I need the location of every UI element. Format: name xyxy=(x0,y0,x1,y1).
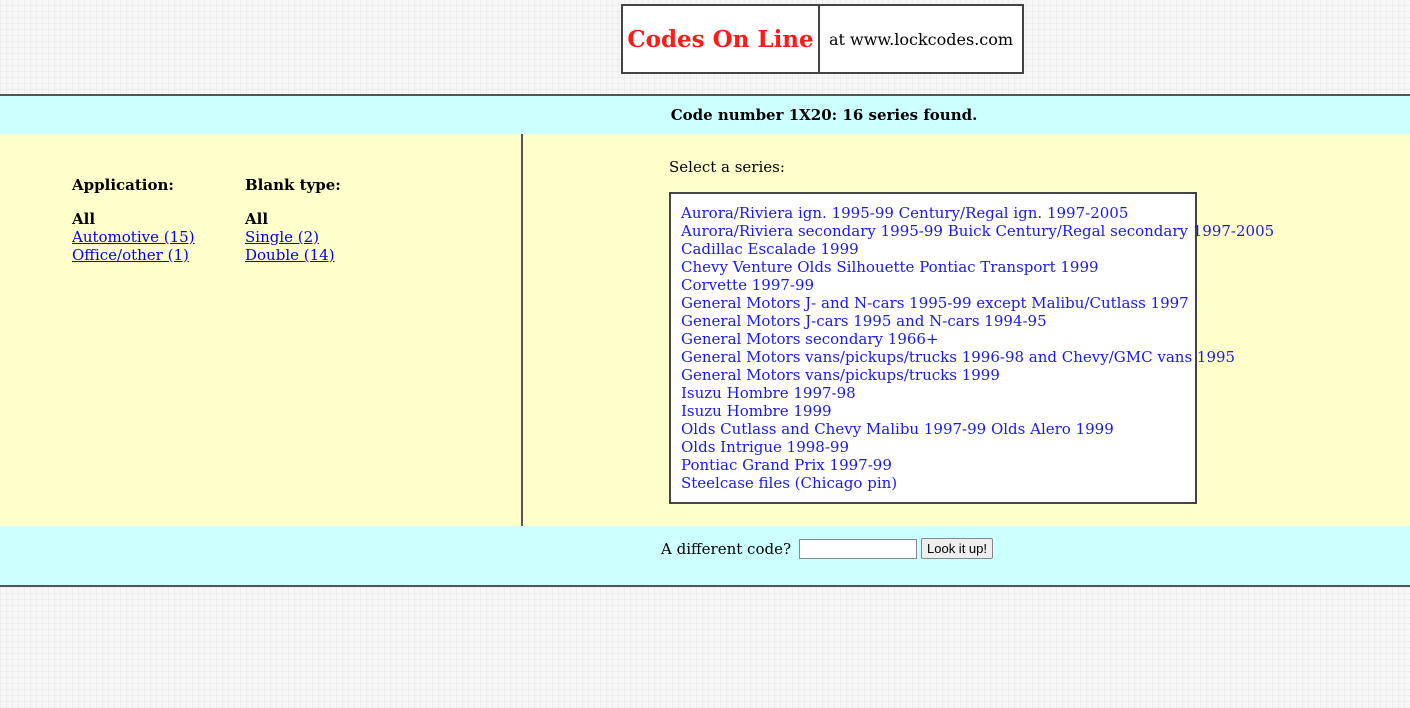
panel-divider xyxy=(521,134,523,526)
series-link[interactable]: General Motors J- and N-cars 1995-99 exc… xyxy=(681,294,1195,312)
site-brand: Codes On Line xyxy=(623,6,820,72)
series-link[interactable]: Chevy Venture Olds Silhouette Pontiac Tr… xyxy=(681,258,1195,276)
series-list: Aurora/Riviera ign. 1995-99 Century/Rega… xyxy=(669,192,1274,504)
code-input[interactable] xyxy=(799,538,917,559)
lookup-form: A different code? Look it up! xyxy=(661,538,993,559)
application-link-office-other[interactable]: Office/other (1) xyxy=(72,246,189,264)
blank-type-link-double[interactable]: Double (14) xyxy=(245,246,335,264)
select-series-label: Select a series: xyxy=(669,158,785,176)
application-heading: Application: xyxy=(72,176,174,194)
series-link[interactable]: Corvette 1997-99 xyxy=(681,276,1195,294)
blank-type-heading: Blank type: xyxy=(245,176,341,194)
series-link[interactable]: Olds Cutlass and Chevy Malibu 1997-99 Ol… xyxy=(681,420,1195,438)
site-url: at www.lockcodes.com xyxy=(828,29,1014,49)
series-link[interactable]: Isuzu Hombre 1999 xyxy=(681,402,1195,420)
look-it-up-button[interactable]: Look it up! xyxy=(921,538,993,559)
result-banner: Code number 1X20: 16 series found. xyxy=(0,94,1410,136)
site-title-box: Codes On Line at www.lockcodes.com xyxy=(621,4,1024,74)
blank-type-current: All xyxy=(245,210,269,228)
series-link[interactable]: General Motors secondary 1966+ xyxy=(681,330,1195,348)
application-current: All xyxy=(72,210,96,228)
application-filter: Application: All Automotive (15) Office/… xyxy=(72,176,195,264)
series-link[interactable]: General Motors vans/pickups/trucks 1996-… xyxy=(681,348,1235,366)
series-link[interactable]: Steelcase files (Chicago pin) xyxy=(681,474,1195,492)
main-panel: Application: All Automotive (15) Office/… xyxy=(0,134,1410,528)
series-link[interactable]: Olds Intrigue 1998-99 xyxy=(681,438,1195,456)
series-link[interactable]: Aurora/Riviera secondary 1995-99 Buick C… xyxy=(681,222,1274,240)
series-link[interactable]: Pontiac Grand Prix 1997-99 xyxy=(681,456,1195,474)
lookup-label: A different code? xyxy=(661,539,791,558)
series-link[interactable]: Isuzu Hombre 1997-98 xyxy=(681,384,1195,402)
series-link[interactable]: Cadillac Escalade 1999 xyxy=(681,240,1195,258)
blank-type-link-single[interactable]: Single (2) xyxy=(245,228,319,246)
series-link[interactable]: General Motors J-cars 1995 and N-cars 19… xyxy=(681,312,1195,330)
result-message: Code number 1X20: 16 series found. xyxy=(670,106,978,124)
series-link[interactable]: General Motors vans/pickups/trucks 1999 xyxy=(681,366,1195,384)
blank-type-filter: Blank type: All Single (2) Double (14) xyxy=(245,176,341,264)
lookup-bar: A different code? Look it up! xyxy=(0,526,1410,587)
series-link[interactable]: Aurora/Riviera ign. 1995-99 Century/Rega… xyxy=(681,204,1195,222)
application-link-automotive[interactable]: Automotive (15) xyxy=(72,228,195,246)
